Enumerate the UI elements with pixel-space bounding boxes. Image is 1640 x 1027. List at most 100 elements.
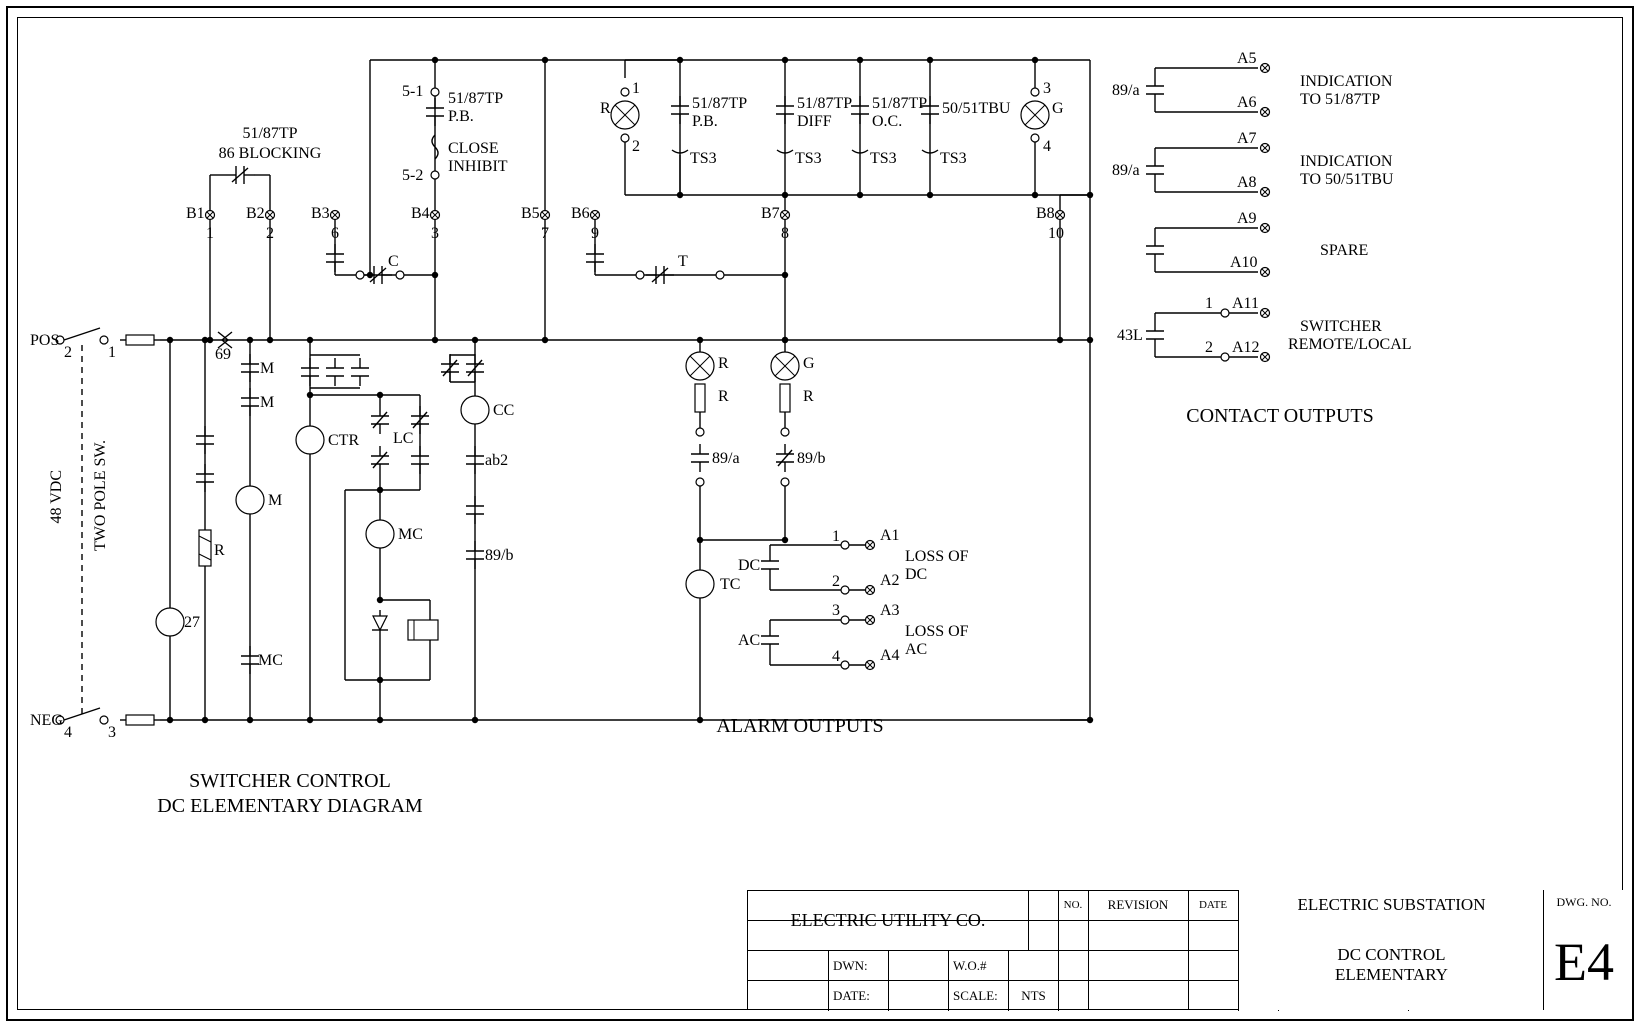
tb-dwn: DWN:	[828, 951, 888, 981]
diagram-title2: DC ELEMENTARY DIAGRAM	[110, 795, 470, 818]
tb-t1b: DC CONTROL	[1337, 945, 1445, 965]
tb-date22: DATE	[1188, 890, 1238, 921]
b5-num: 7	[541, 225, 549, 243]
pb-sub: P.B.	[692, 113, 718, 131]
mc-top-label: MC	[398, 526, 423, 544]
co-remote1: SWITCHER	[1300, 318, 1382, 336]
neg-term4: 4	[64, 724, 72, 742]
co-remote2: REMOTE/LOCAL	[1288, 336, 1412, 354]
ci-pb: P.B.	[448, 108, 474, 126]
r-fuse-label: R	[214, 542, 225, 560]
blocking-line1: 51/87TP	[200, 125, 340, 143]
lossdc2: DC	[905, 566, 927, 584]
neg-term3: 3	[108, 724, 116, 742]
lossdc1: LOSS OF	[905, 548, 969, 566]
diff-sub: DIFF	[797, 113, 832, 131]
r-top: R	[600, 100, 611, 118]
co-ind2b: TO 50/51TBU	[1300, 171, 1393, 189]
ci-5-1: 5-1	[402, 83, 423, 101]
tc-label: TC	[720, 576, 740, 594]
b8-num: 10	[1048, 225, 1064, 243]
alarm-title: ALARM OUTPUTS	[660, 715, 940, 738]
b5-label: B5	[521, 205, 540, 223]
cc-label: CC	[493, 402, 514, 420]
co-a5: A5	[1237, 50, 1257, 68]
b3-num: 6	[331, 225, 339, 243]
pos-term1: 1	[108, 344, 116, 362]
pos-label: POS	[30, 332, 59, 350]
co-89a-2: 89/a	[1112, 162, 1140, 180]
tb-wo: W.O.#	[948, 951, 1008, 981]
b6-label: B6	[571, 205, 590, 223]
m3-label: M	[268, 492, 282, 510]
co-a12: A12	[1232, 339, 1260, 357]
r-res-label: R	[718, 388, 729, 406]
co-a7: A7	[1237, 130, 1257, 148]
alarm-a2: A2	[880, 572, 900, 590]
t-label: T	[678, 253, 688, 271]
co-a11: A11	[1232, 295, 1259, 313]
voltage-label: 48 VDC	[48, 470, 66, 524]
contact-title: CONTACT OUTPUTS	[1140, 405, 1420, 428]
m1-label: M	[260, 360, 274, 378]
co-ind2a: INDICATION	[1300, 153, 1392, 171]
pb-label: 51/87TP	[692, 95, 747, 113]
co-spare: SPARE	[1320, 242, 1368, 260]
b3-label: B3	[311, 205, 330, 223]
alarm-a3: A3	[880, 602, 900, 620]
dev27-label: 27	[184, 614, 200, 632]
diff-label: 51/87TP	[797, 95, 852, 113]
tb-scale: SCALE:	[948, 981, 1008, 1011]
alarm-n4: 4	[832, 648, 840, 666]
b1-label: B1	[186, 205, 205, 223]
ci-5-2: 5-2	[402, 167, 423, 185]
ctr-label: CTR	[328, 432, 359, 450]
co-a8: A8	[1237, 174, 1257, 192]
co-a9: A9	[1237, 210, 1257, 228]
lossac1: LOSS OF	[905, 623, 969, 641]
g-t4: 4	[1043, 138, 1051, 156]
tb-nts: NTS	[1008, 981, 1058, 1011]
dc-label: DC	[738, 557, 760, 575]
c89b-mid-label: 89/b	[797, 450, 825, 468]
b8-label: B8	[1036, 205, 1055, 223]
co-a10: A10	[1230, 254, 1258, 272]
lossac2: AC	[905, 641, 927, 659]
c89a-label: 89/a	[712, 450, 740, 468]
b2-num: 2	[266, 225, 274, 243]
tb-rev2: REVISION	[1088, 890, 1189, 921]
tb-sheet: E4	[1543, 914, 1624, 1010]
alarm-n3: 3	[832, 602, 840, 620]
b6-num: 9	[591, 225, 599, 243]
b4-label: B4	[411, 205, 430, 223]
co-a6: A6	[1237, 94, 1257, 112]
two-pole-label: TWO POLE SW.	[92, 440, 110, 551]
ab2-label: ab2	[485, 452, 508, 470]
b4-num: 3	[431, 225, 439, 243]
tb-t2b: ELEMENTARY	[1335, 965, 1448, 985]
diagram-title1: SWITCHER CONTROL	[130, 770, 450, 793]
ac-label: AC	[738, 632, 760, 650]
m2-label: M	[260, 394, 274, 412]
oc-ts3: TS3	[870, 150, 897, 168]
tb-proj2: ELECTRIC SUBSTATION	[1238, 890, 1544, 921]
b1-num: 1	[206, 225, 214, 243]
g-t3: 3	[1043, 80, 1051, 98]
title-block: NO. REVISION DATE DWG. NO. ELECTRIC UTIL…	[747, 890, 1623, 1010]
co-43l: 43L	[1117, 327, 1143, 345]
co-89a-1: 89/a	[1112, 82, 1140, 100]
tb-no2: NO.	[1058, 890, 1089, 921]
dev69-label: 69	[215, 346, 231, 364]
oc-label: 51/87TP	[872, 95, 927, 113]
pos-term2: 2	[64, 344, 72, 362]
co-ind1a: INDICATION	[1300, 73, 1392, 91]
tbu-ts3: TS3	[940, 150, 967, 168]
mc-bot-label: MC	[258, 652, 283, 670]
co-n2: 2	[1205, 339, 1213, 357]
b2-label: B2	[246, 205, 265, 223]
lc-label: LC	[393, 430, 413, 448]
tbu-label: 50/51TBU	[942, 100, 1010, 118]
diff-ts3: TS3	[795, 150, 822, 168]
tb-dwgno2: DWG. NO.	[1543, 890, 1624, 915]
c-label: C	[388, 253, 399, 271]
